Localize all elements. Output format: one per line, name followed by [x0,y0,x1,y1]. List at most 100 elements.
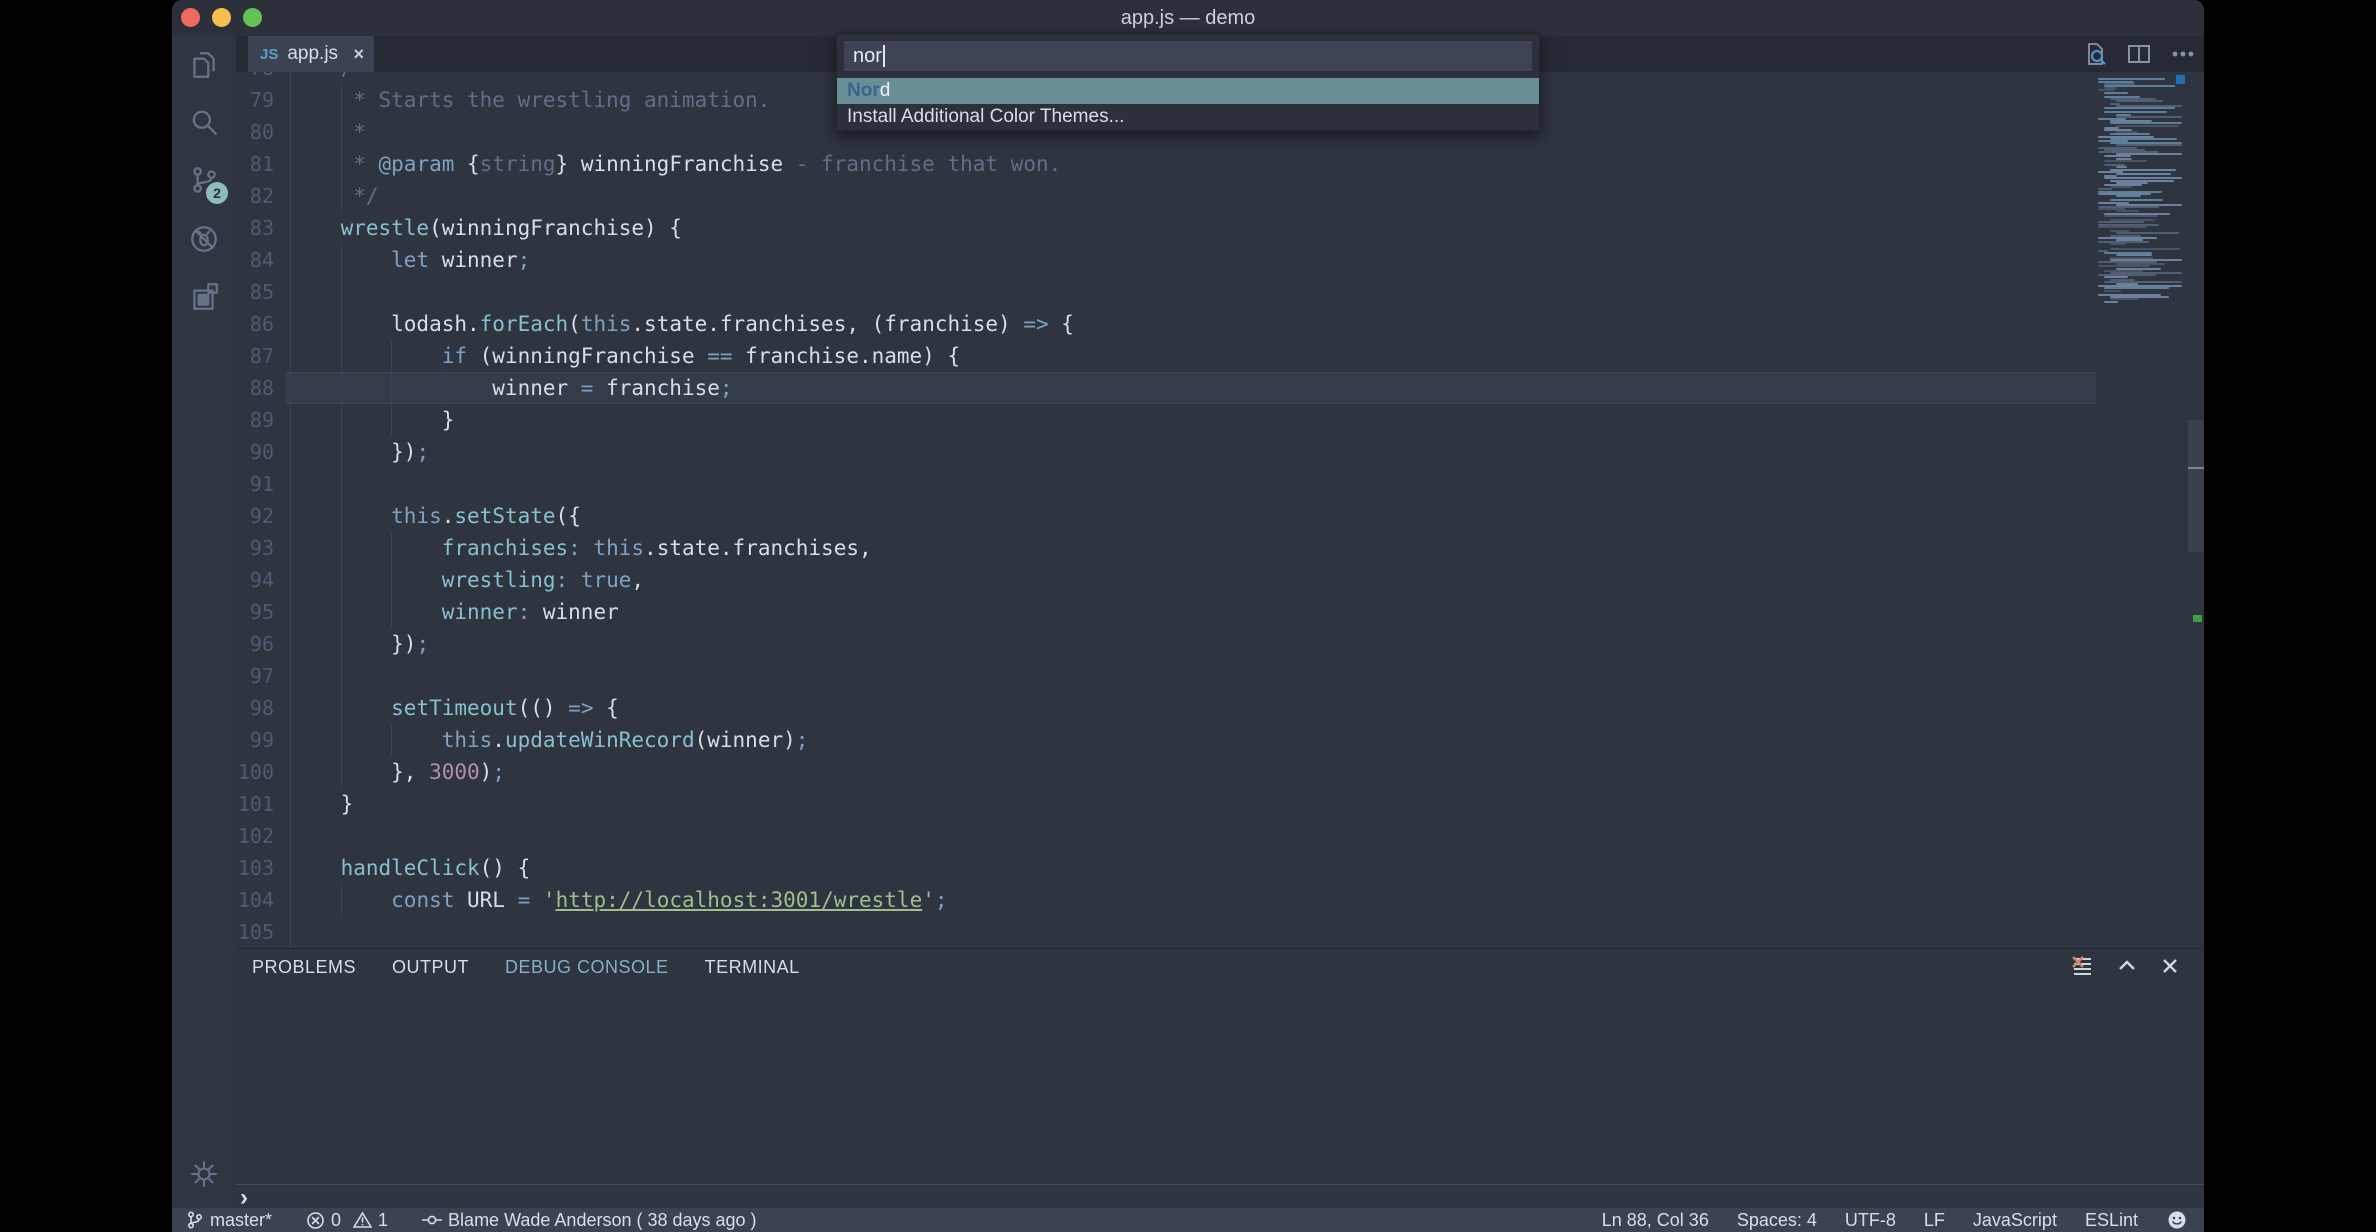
code-line-91[interactable]: 91 [236,468,2096,500]
status-item-spaces-4[interactable]: Spaces: 4 [1737,1210,1817,1231]
minimap[interactable] [2096,72,2188,948]
code-token: => [1023,312,1048,336]
indent-guide [391,596,392,628]
code-token: franchises [442,536,568,560]
code-line-83[interactable]: 83 wrestle(winningFranchise) { [236,212,2096,244]
search-icon [188,107,220,139]
code-line-102[interactable]: 102 [236,820,2096,852]
overview-ruler-warning-marker [2193,615,2202,622]
quick-pick-item-install-additional-color-themes-[interactable]: Install Additional Color Themes... [837,104,1539,130]
sidebar-item-search[interactable] [172,94,236,152]
code-line-95[interactable]: 95 winner: winner [236,596,2096,628]
line-content [286,820,2096,852]
gitlens-blame-status[interactable]: Blame Wade Anderson ( 38 days ago ) [422,1210,757,1231]
close-panel-button[interactable] [2160,956,2180,981]
panel-tab-output[interactable]: OUTPUT [392,957,469,978]
code-line-85[interactable]: 85 [236,276,2096,308]
code-line-89[interactable]: 89 } [236,404,2096,436]
sidebar-item-explorer[interactable] [172,36,236,94]
code-line-103[interactable]: 103 handleClick() { [236,852,2096,884]
quick-pick-item-nord[interactable]: Nord [837,78,1539,104]
maximize-panel-button[interactable] [2116,955,2138,982]
editor-actions [2082,36,2196,72]
code-token: . [442,504,455,528]
line-content: setTimeout(() => { [286,692,2096,724]
code-line-84[interactable]: 84 let winner; [236,244,2096,276]
tab-app-js[interactable]: JS app.js × [248,36,374,72]
code-token: ; [796,728,809,752]
line-content [286,916,2096,948]
code-line-96[interactable]: 96 }); [236,628,2096,660]
indent-guide [391,724,392,756]
indent-guide [290,596,291,628]
status-item-javascript[interactable]: JavaScript [1973,1210,2057,1231]
code-line-105[interactable]: 105 [236,916,2096,948]
code-token: handleClick [341,856,480,880]
code-line-82[interactable]: 82 */ [236,180,2096,212]
item-label: Install Additional Color Themes... [847,106,1124,127]
code-token: this [442,728,493,752]
more-actions-button[interactable] [2170,41,2196,67]
indent-guide [290,788,291,820]
code-line-101[interactable]: 101 } [236,788,2096,820]
line-content: wrestle(winningFranchise) { [286,212,2096,244]
line-number: 103 [236,852,286,884]
code-token: * [290,152,379,176]
code-token: winner [429,248,518,272]
status-item-ln-88-col-36[interactable]: Ln 88, Col 36 [1602,1210,1709,1231]
line-content: this.setState({ [286,500,2096,532]
code-line-99[interactable]: 99 this.updateWinRecord(winner); [236,724,2096,756]
code-line-100[interactable]: 100 }, 3000); [236,756,2096,788]
code-line-86[interactable]: 86 lodash.forEach(this.state.franchises,… [236,308,2096,340]
minimap-line [2104,160,2147,162]
sidebar-item-extensions[interactable] [172,268,236,326]
sidebar-item-debug[interactable] [172,210,236,268]
feedback-smiley-icon[interactable] [2166,1209,2188,1231]
code-line-92[interactable]: 92 this.setState({ [236,500,2096,532]
code-token: ; [416,440,429,464]
clear-console-button[interactable] [2070,954,2094,983]
status-item-lf[interactable]: LF [1924,1210,1945,1231]
code-line-81[interactable]: 81 * @param {string} winningFranchise - … [236,148,2096,180]
line-content: this.updateWinRecord(winner); [286,724,2096,756]
panel-tab-terminal[interactable]: TERMINAL [705,957,800,978]
open-changes-button[interactable] [2082,41,2108,67]
status-bar: master* 0 1 Bl [172,1208,2204,1232]
quick-pick-input[interactable]: nor [843,40,1533,72]
indent-guide [290,308,291,340]
code-line-94[interactable]: 94 wrestling: true, [236,564,2096,596]
code-token: setState [454,504,555,528]
code-line-104[interactable]: 104 const URL = 'http://localhost:3001/w… [236,884,2096,916]
code-line-88[interactable]: 88 winner = franchise; [236,372,2096,404]
code-token [290,600,442,624]
code-line-98[interactable]: 98 setTimeout(() => { [236,692,2096,724]
status-item-eslint[interactable]: ESLint [2085,1210,2138,1231]
panel-tab-debug-console[interactable]: DEBUG CONSOLE [505,957,669,978]
chevron-up-icon [2116,955,2138,977]
git-branch-status[interactable]: master* [186,1210,272,1231]
code-token: = [518,888,531,912]
code-line-93[interactable]: 93 franchises: this.state.franchises, [236,532,2096,564]
line-content: * @param {string} winningFranchise - fra… [286,148,2096,180]
code-line-97[interactable]: 97 [236,660,2096,692]
matched-text: Nor [847,80,880,101]
settings-gear[interactable] [172,1154,236,1194]
code-line-87[interactable]: 87 if (winningFranchise == franchise.nam… [236,340,2096,372]
code-token [290,536,442,560]
indent-guide [391,564,392,596]
code-line-90[interactable]: 90 }); [236,436,2096,468]
sidebar-item-source-control[interactable]: 2 [172,152,236,210]
code-editor[interactable]: 78 /**79 * Starts the wrestling animatio… [236,72,2204,948]
code-token: - franchise that won. [783,152,1061,176]
indent-guide [341,116,342,148]
problems-status[interactable]: 0 1 [306,1210,388,1231]
debug-console-prompt[interactable]: › [240,1187,248,1209]
split-editor-button[interactable] [2126,41,2152,67]
scrollbar-thumb[interactable] [2188,420,2204,552]
tab-close-icon[interactable]: × [353,44,364,65]
code-token: () { [480,856,531,880]
status-item-utf-8[interactable]: UTF-8 [1845,1210,1896,1231]
panel-tab-problems[interactable]: PROBLEMS [252,957,356,978]
line-number: 87 [236,340,286,372]
editor-scrollbar[interactable] [2188,72,2204,948]
